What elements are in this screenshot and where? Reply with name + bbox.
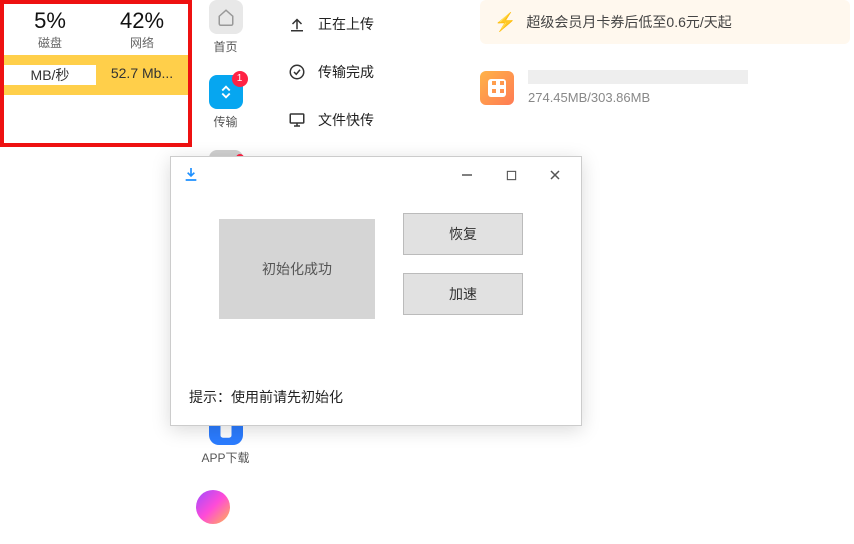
taskmgr-widget: 5% 磁盘 42% 网络 MB/秒 52.7 Mb...: [0, 0, 192, 147]
sidebar-item-transfer[interactable]: 1 传输: [196, 75, 256, 130]
menu-fastshare[interactable]: 文件快传: [280, 96, 440, 144]
net-rate: 52.7 Mb...: [96, 65, 188, 85]
init-dialog: 初始化成功 恢复 加速 提示：使用前请先初始化: [170, 156, 582, 426]
filename-placeholder: [528, 70, 748, 84]
menu-label: 文件快传: [318, 110, 374, 130]
dialog-titlebar: [171, 157, 581, 193]
restore-button[interactable]: 恢复: [403, 213, 523, 255]
close-button[interactable]: [533, 160, 577, 190]
lightning-icon: ⚡: [494, 12, 516, 33]
transfer-menu: 正在上传 传输完成 文件快传: [280, 0, 440, 144]
sidebar-item-home[interactable]: 首页: [196, 0, 256, 55]
maximize-button[interactable]: [489, 160, 533, 190]
gradient-icon: [196, 490, 230, 524]
menu-label: 正在上传: [318, 14, 374, 34]
file-icon: [480, 71, 514, 105]
disk-label: 磁盘: [4, 34, 96, 51]
init-status-box: 初始化成功: [219, 219, 375, 319]
menu-completed[interactable]: 传输完成: [280, 48, 440, 96]
home-icon: [209, 0, 243, 34]
menu-label: 传输完成: [318, 62, 374, 82]
minimize-button[interactable]: [445, 160, 489, 190]
net-pct: 42%: [96, 8, 188, 34]
download-icon: [183, 166, 199, 185]
sidebar-item-more[interactable]: [196, 486, 256, 524]
disk-rate: MB/秒: [4, 65, 96, 85]
disk-pct: 5%: [4, 8, 96, 34]
dialog-hint: 提示：使用前请先初始化: [189, 387, 343, 407]
download-item[interactable]: 274.45MB/303.86MB: [480, 70, 850, 105]
speedup-button[interactable]: 加速: [403, 273, 523, 315]
net-label: 网络: [96, 34, 188, 51]
menu-uploading[interactable]: 正在上传: [280, 0, 440, 48]
check-circle-icon: [288, 63, 306, 81]
upload-icon: [288, 15, 306, 33]
banner-text: 超级会员月卡券后低至0.6元/天起: [526, 12, 731, 32]
download-progress: 274.45MB/303.86MB: [528, 90, 748, 105]
vip-banner[interactable]: ⚡ 超级会员月卡券后低至0.6元/天起: [480, 0, 850, 44]
transfer-badge: 1: [232, 71, 248, 87]
monitor-icon: [288, 111, 306, 129]
